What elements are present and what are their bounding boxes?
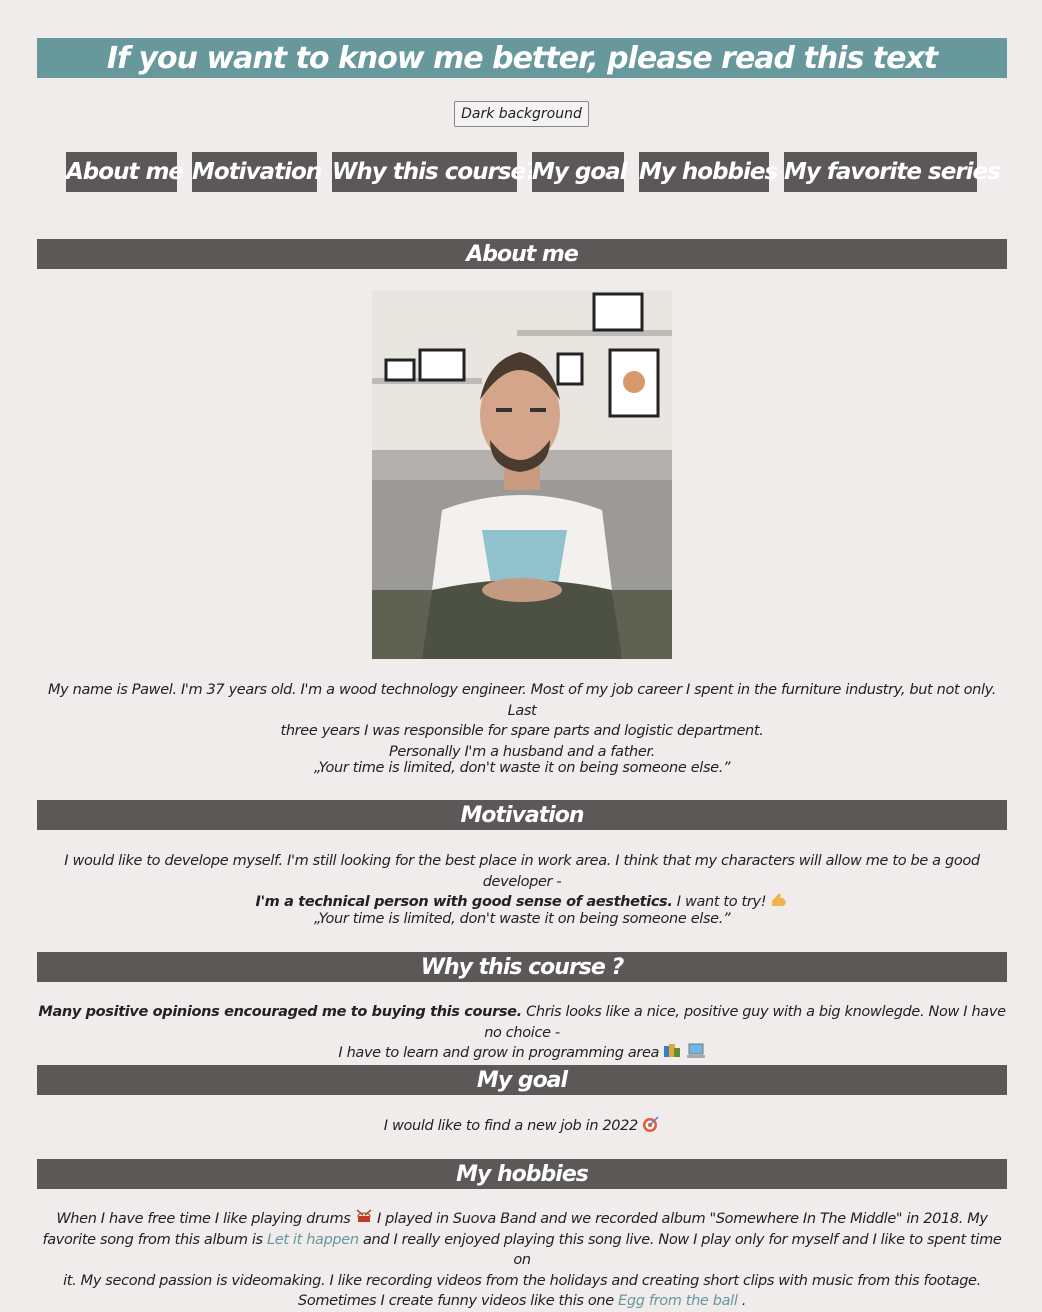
about-me-line-2: three years I was responsible for spare … (280, 723, 764, 739)
motivation-quote: „Your time is limited, don't waste it on… (313, 911, 731, 927)
nav-item-my-hobbies[interactable]: My hobbies (639, 152, 778, 192)
dark-background-button[interactable]: Dark background (454, 101, 589, 127)
about-me-text: My name is Pawel. I'm 37 years old. I'm … (37, 680, 1007, 762)
course-line-1: Chris looks like a nice, positive guy wi… (484, 1004, 1006, 1041)
books-icon (664, 1044, 681, 1057)
course-line-2: I have to learn and grow in programming … (338, 1045, 660, 1061)
my-goal-heading: My goal (37, 1065, 1007, 1095)
nav-item-my-favorite-series[interactable]: My favorite series (784, 152, 1001, 192)
hobbies-line-1a: When I have free time I like playing dru… (56, 1211, 351, 1227)
motivation-line-1: I would like to develope myself. I'm sti… (64, 853, 980, 890)
why-this-course-text: Many positive opinions encouraged me to … (37, 1002, 1007, 1064)
hobbies-line-2a: favorite song from this album is (42, 1231, 268, 1248)
why-this-course-heading: Why this course ? (37, 952, 1007, 982)
nav-item-motivation[interactable]: Motivation (192, 152, 322, 192)
about-me-quote: „Your time is limited, don't waste it on… (313, 760, 731, 776)
page: If you want to know me better, please re… (0, 0, 1042, 1309)
motivation-text: I would like to develope myself. I'm sti… (37, 851, 1007, 913)
about-me-line-1: My name is Pawel. I'm 37 years old. I'm … (47, 682, 996, 719)
nav-item-about-me[interactable]: About me (66, 152, 184, 192)
motivation-heading: Motivation (37, 800, 1007, 830)
my-hobbies-heading: My hobbies (37, 1159, 1007, 1189)
motivation-bold-text: I'm a technical person with good sense o… (255, 894, 673, 910)
hobbies-line-1b: I played in Suova Band and we recorded a… (372, 1211, 988, 1227)
profile-photo (372, 290, 672, 659)
flexed-biceps-icon (772, 893, 787, 906)
hobbies-line-3: it. My second passion is videomaking. I … (63, 1272, 981, 1289)
target-icon (643, 1116, 659, 1132)
motivation-line-2: I want to try! (672, 894, 767, 910)
laptop-icon (686, 1043, 705, 1058)
drum-icon (356, 1209, 372, 1222)
my-hobbies-text: When I have free time I like playing dru… (37, 1209, 1007, 1312)
let-it-happen-link[interactable]: Let it happen (267, 1232, 359, 1248)
egg-from-the-ball-link[interactable]: Egg from the ball (618, 1293, 738, 1309)
hobbies-line-2b: and I really enjoyed playing this song l… (358, 1231, 1002, 1269)
my-goal-text: I would like to find a new job in 2022 (37, 1116, 1007, 1137)
page-title: If you want to know me better, please re… (37, 38, 1007, 78)
hobbies-line-4b: . (737, 1293, 747, 1309)
course-bold-text: Many positive opinions encouraged me to … (38, 1004, 522, 1020)
about-me-heading: About me (37, 239, 1007, 269)
nav-item-my-goal[interactable]: My goal (532, 152, 628, 192)
goal-line: I would like to find a new job in 2022 (383, 1118, 639, 1134)
nav-item-why-this-course[interactable]: Why this course? (332, 152, 538, 192)
hobbies-line-4a: Sometimes I create funny videos like thi… (297, 1293, 619, 1309)
